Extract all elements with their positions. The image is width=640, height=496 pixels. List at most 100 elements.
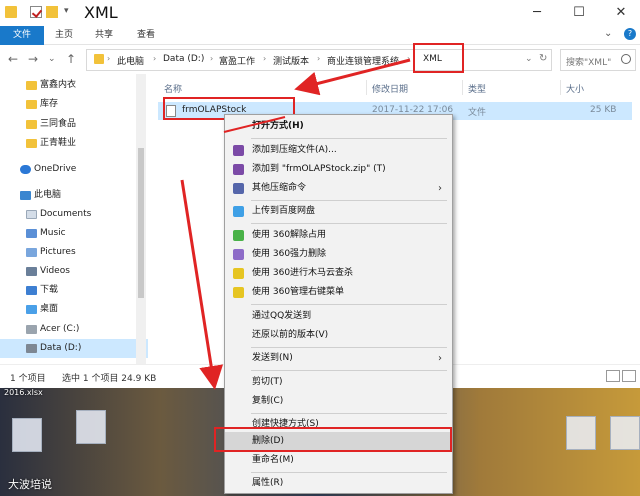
chevron-right-icon: › bbox=[438, 183, 442, 194]
up-icon[interactable]: ↑ bbox=[66, 52, 76, 66]
refresh-icon[interactable]: ↻ bbox=[539, 53, 547, 64]
sidebar-item-music[interactable]: Music bbox=[0, 224, 148, 243]
address-bar[interactable]: › 此电脑 › Data (D:) › 富盈工作 › 测试版本 › 商业连锁管理… bbox=[86, 49, 552, 71]
recent-locations-icon[interactable]: ⌄ bbox=[48, 54, 56, 64]
menu-item-copy[interactable]: 复制(C) bbox=[225, 392, 452, 411]
file-size: 25 KB bbox=[590, 105, 617, 115]
menu-item-360-shred[interactable]: 使用 360强力删除 bbox=[225, 245, 452, 264]
breadcrumb-data-drive[interactable]: Data (D:) bbox=[163, 54, 204, 64]
column-header-size[interactable]: 大小 bbox=[566, 82, 584, 95]
breadcrumb-this-pc[interactable]: 此电脑 bbox=[117, 54, 144, 67]
quick-access-dropdown-icon[interactable]: ▾ bbox=[64, 6, 69, 16]
sidebar-item-videos[interactable]: Videos bbox=[0, 262, 148, 281]
menu-item-360-manage[interactable]: 使用 360管理右键菜单 bbox=[225, 283, 452, 302]
file-type: 文件 bbox=[468, 108, 487, 118]
menu-item-add-to-zip[interactable]: 添加到 "frmOLAPStock.zip" (T) bbox=[225, 160, 452, 179]
sidebar-item-pictures[interactable]: Pictures bbox=[0, 243, 148, 262]
menu-item-send-qq[interactable]: 通过QQ发送到 bbox=[225, 307, 452, 326]
column-header-type[interactable]: 类型 bbox=[468, 82, 486, 95]
menu-item-360-unlock[interactable]: 使用 360解除占用 bbox=[225, 226, 452, 245]
sidebar-item-label: OneDrive bbox=[34, 164, 77, 174]
chevron-right-icon[interactable]: › bbox=[107, 54, 110, 63]
breadcrumb-chain-system[interactable]: 商业连锁管理系统 bbox=[327, 54, 399, 67]
chevron-right-icon[interactable]: › bbox=[153, 54, 156, 63]
menu-item-restore-versions[interactable]: 还原以前的版本(V) bbox=[225, 326, 452, 345]
sidebar-item-drive-c[interactable]: Acer (C:) bbox=[0, 320, 148, 339]
desktop-file-icon[interactable] bbox=[76, 410, 106, 444]
sidebar-item-downloads[interactable]: 下载 bbox=[0, 281, 148, 300]
sidebar-item-label: 下载 bbox=[40, 285, 59, 295]
menu-item-send-to[interactable]: 发送到(N) › bbox=[225, 349, 452, 368]
sidebar-item-fuxin[interactable]: 富鑫内衣 bbox=[0, 76, 148, 95]
breadcrumb-fuying-work[interactable]: 富盈工作 bbox=[219, 54, 255, 67]
winrar-icon bbox=[233, 145, 244, 156]
sidebar-item-onedrive[interactable]: OneDrive bbox=[0, 160, 148, 179]
sidebar-item-label: Data (D:) bbox=[40, 343, 82, 353]
sidebar-item-drive-d[interactable]: Data (D:) bbox=[0, 339, 148, 358]
folder-icon bbox=[26, 100, 37, 109]
menu-divider bbox=[251, 370, 447, 371]
menu-item-360-scan[interactable]: 使用 360进行木马云查杀 bbox=[225, 264, 452, 283]
tab-share[interactable]: 共享 bbox=[88, 26, 120, 45]
forward-icon[interactable]: → bbox=[28, 52, 38, 66]
chevron-right-icon[interactable]: › bbox=[317, 54, 320, 63]
menu-item-properties[interactable]: 属性(R) bbox=[225, 474, 452, 493]
video-watermark: 大波培说 bbox=[8, 478, 52, 491]
search-box[interactable]: 搜索"XML" bbox=[560, 49, 636, 71]
tab-view[interactable]: 查看 bbox=[130, 26, 162, 45]
sidebar-item-label: 富鑫内衣 bbox=[40, 80, 77, 90]
menu-divider bbox=[251, 413, 447, 414]
sidebar-item-stock[interactable]: 库存 bbox=[0, 95, 148, 114]
folder-icon bbox=[94, 54, 104, 64]
sidebar-item-desktop[interactable]: 桌面 bbox=[0, 300, 148, 319]
column-divider[interactable] bbox=[462, 80, 463, 95]
column-header-date[interactable]: 修改日期 bbox=[372, 82, 408, 95]
tab-file[interactable]: 文件 bbox=[0, 26, 44, 45]
menu-item-other-compress[interactable]: 其他压缩命令 › bbox=[225, 179, 452, 198]
documents-icon bbox=[26, 210, 37, 219]
chevron-right-icon[interactable]: › bbox=[263, 54, 266, 63]
sidebar-item-zhengqing[interactable]: 正青鞋业 bbox=[0, 134, 148, 153]
folder-icon bbox=[26, 120, 37, 129]
column-divider[interactable] bbox=[560, 80, 561, 95]
menu-divider bbox=[251, 304, 447, 305]
breadcrumb-test-version[interactable]: 测试版本 bbox=[273, 54, 309, 67]
sidebar-item-this-pc[interactable]: 此电脑 bbox=[0, 186, 148, 205]
search-placeholder: 搜索"XML" bbox=[566, 58, 612, 68]
scan-360-icon bbox=[233, 268, 244, 279]
maximize-icon[interactable]: ☐ bbox=[570, 4, 588, 22]
column-divider[interactable] bbox=[366, 80, 367, 95]
close-icon[interactable]: ✕ bbox=[612, 4, 630, 22]
menu-divider bbox=[251, 472, 447, 473]
large-icons-view-icon[interactable] bbox=[622, 370, 636, 382]
menu-item-open-with[interactable]: 打开方式(H) bbox=[225, 117, 452, 136]
help-icon[interactable]: ? bbox=[624, 28, 636, 40]
address-dropdown-icon[interactable]: ⌄ bbox=[525, 54, 533, 64]
column-header-name[interactable]: 名称 bbox=[164, 82, 182, 95]
menu-item-cut[interactable]: 剪切(T) bbox=[225, 373, 452, 392]
expand-ribbon-icon[interactable]: ⌄ bbox=[604, 28, 612, 39]
menu-item-upload-baidu[interactable]: 上传到百度网盘 bbox=[225, 202, 452, 221]
desktop-file-icon[interactable] bbox=[566, 416, 596, 450]
new-folder-icon[interactable] bbox=[46, 6, 58, 18]
back-icon[interactable]: ← bbox=[8, 52, 18, 66]
sidebar-item-documents[interactable]: Documents bbox=[0, 205, 148, 224]
menu-item-add-to-archive[interactable]: 添加到压缩文件(A)... bbox=[225, 141, 452, 160]
search-icon[interactable] bbox=[621, 54, 631, 64]
drive-icon bbox=[26, 325, 37, 334]
desktop-file-icon[interactable] bbox=[610, 416, 640, 450]
details-view-icon[interactable] bbox=[606, 370, 620, 382]
menu-item-rename[interactable]: 重命名(M) bbox=[225, 451, 452, 470]
desktop-file-icon[interactable] bbox=[12, 418, 42, 452]
title-bar: ▾ XML ─ ☐ ✕ bbox=[0, 0, 640, 26]
sidebar-scroll-thumb[interactable] bbox=[138, 148, 144, 298]
chevron-right-icon[interactable]: › bbox=[210, 54, 213, 63]
sidebar-item-santong[interactable]: 三同食品 bbox=[0, 115, 148, 134]
manage-360-icon bbox=[233, 287, 244, 298]
menu-divider bbox=[251, 347, 447, 348]
tab-home[interactable]: 主页 bbox=[48, 26, 80, 45]
chevron-right-icon[interactable]: › bbox=[407, 54, 410, 63]
minimize-icon[interactable]: ─ bbox=[528, 4, 546, 22]
properties-icon[interactable] bbox=[30, 6, 42, 18]
onedrive-icon bbox=[20, 165, 31, 174]
